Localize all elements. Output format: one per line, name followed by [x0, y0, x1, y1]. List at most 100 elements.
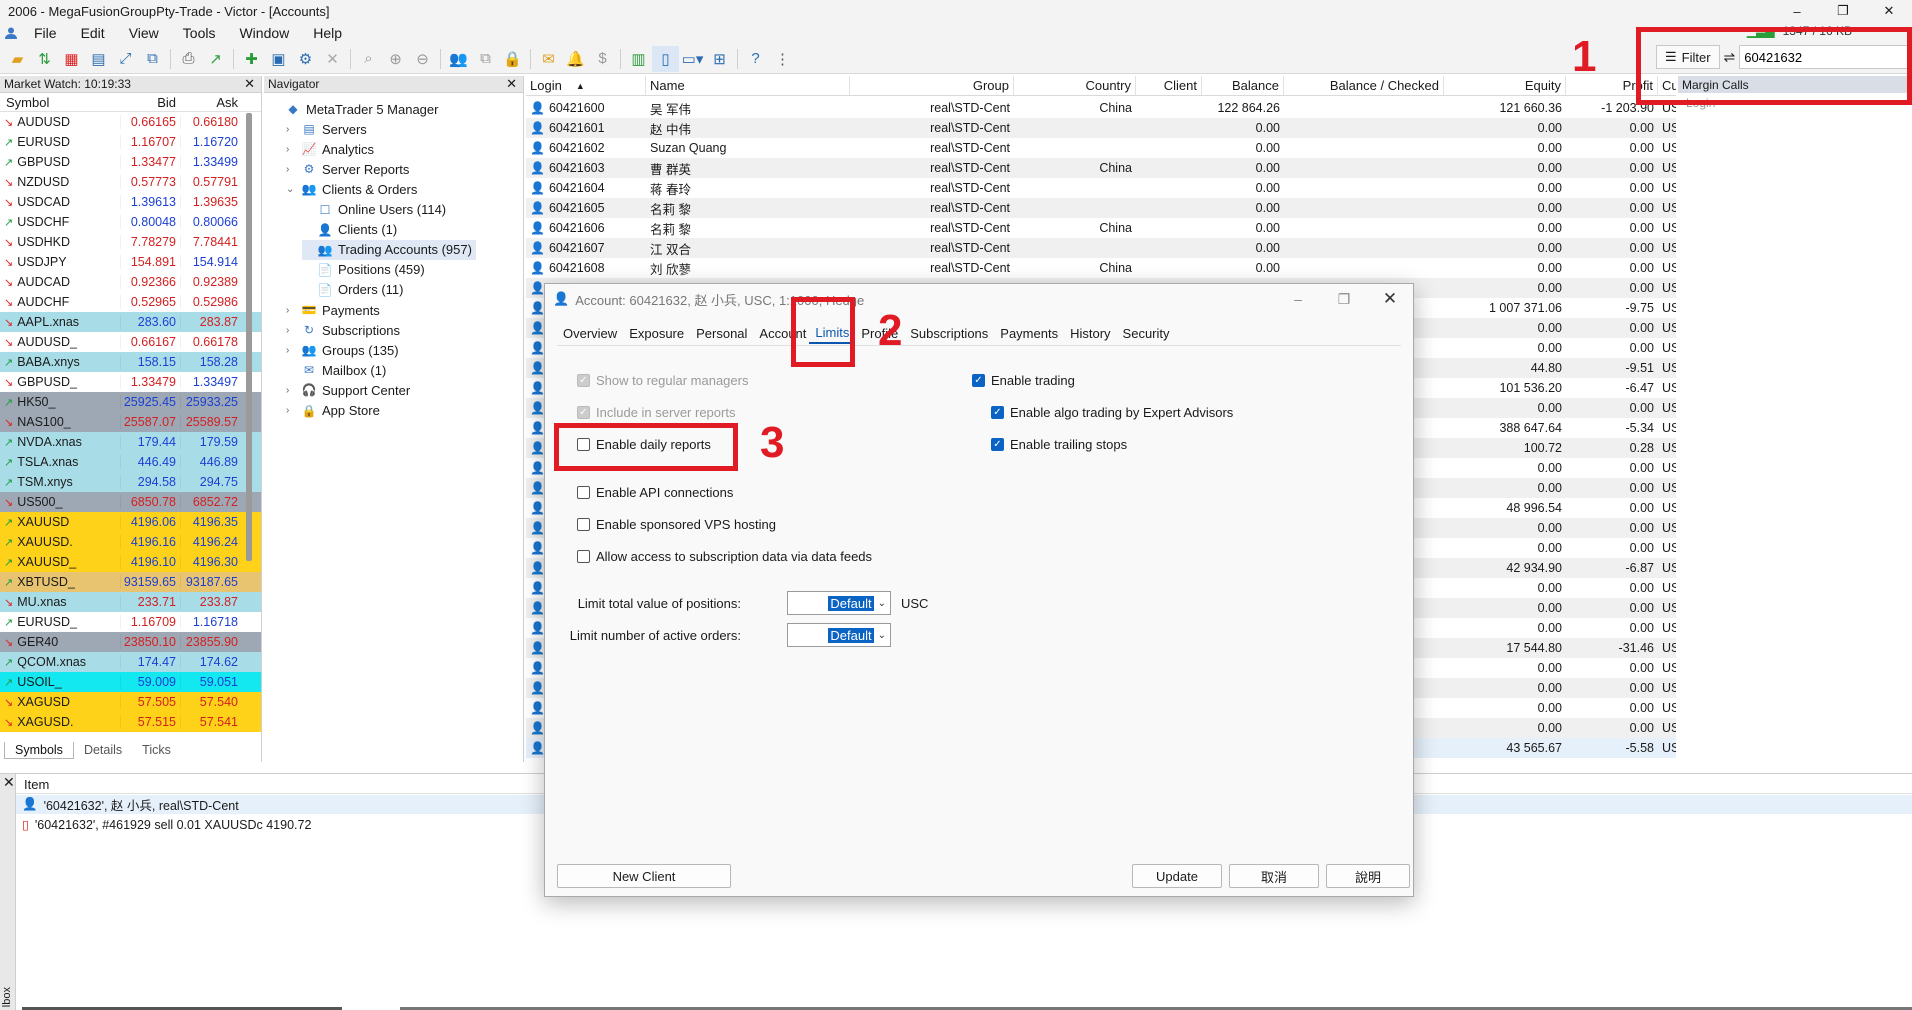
print-icon[interactable]: ⎙: [175, 46, 202, 72]
tab-exposure[interactable]: Exposure: [623, 322, 690, 344]
column-client[interactable]: Client: [1136, 76, 1202, 95]
tab-security[interactable]: Security: [1117, 322, 1176, 344]
symbol-row[interactable]: ↗ QCOM.xnas 174.47 174.62: [0, 652, 261, 672]
nav-item[interactable]: 👤 Clients (1): [302, 220, 401, 240]
limit-orders-select[interactable]: Default ⌄: [787, 623, 891, 647]
expander-icon[interactable]: ›: [286, 325, 296, 336]
open-folder-icon[interactable]: ▰: [4, 46, 31, 72]
symbol-row[interactable]: ↘ AAPL.xnas 283.60 283.87: [0, 312, 261, 332]
symbol-row[interactable]: ↗ TSLA.xnas 446.49 446.89: [0, 452, 261, 472]
symbol-row[interactable]: ↘ USDCAD 1.39613 1.39635: [0, 192, 261, 212]
columns-icon[interactable]: ▯: [652, 45, 679, 72]
expander-icon[interactable]: ›: [286, 345, 296, 356]
cancel-button[interactable]: 取消: [1229, 864, 1319, 888]
account-row[interactable]: 👤 60421608 刘 欣蓼 real\STD-Cent China 0.00 0.00 0…: [526, 258, 1676, 278]
zoom-in-icon[interactable]: ⊕: [382, 46, 409, 72]
tab-payments[interactable]: Payments: [994, 322, 1064, 344]
nav-item[interactable]: ☐ Online Users (114): [302, 200, 450, 220]
column-bid[interactable]: Bid: [120, 95, 180, 110]
column-equity[interactable]: Equity: [1444, 76, 1566, 95]
close-icon[interactable]: ✕: [506, 76, 517, 92]
symbol-row[interactable]: ↘ AUDUSD 0.66165 0.66180: [0, 112, 261, 132]
dialog-minimize-button[interactable]: –: [1275, 284, 1321, 314]
symbol-row[interactable]: ↘ GBPUSD_ 1.33479 1.33497: [0, 372, 261, 392]
expand-icon[interactable]: ⤢: [112, 46, 139, 72]
tab-personal[interactable]: Personal: [690, 322, 753, 344]
enable-api-connections-checkbox[interactable]: Enable API connections: [577, 485, 733, 500]
nav-item[interactable]: › 🎧 Support Center: [286, 380, 414, 400]
symbol-row[interactable]: ↗ HK50_ 25925.45 25933.25: [0, 392, 261, 412]
dialog-maximize-button[interactable]: ❐: [1321, 284, 1367, 314]
toolbox-tab-label[interactable]: lbox: [1, 987, 13, 1007]
symbol-row[interactable]: ↘ AUDUSD_ 0.66167 0.66178: [0, 332, 261, 352]
column-country[interactable]: Country: [1014, 76, 1136, 95]
tab-ticks[interactable]: Ticks: [132, 742, 181, 759]
layout-icon[interactable]: ▭▾: [679, 46, 706, 72]
minimize-button[interactable]: –: [1774, 0, 1820, 22]
nav-item[interactable]: › 👥 Groups (135): [286, 340, 403, 360]
nav-item[interactable]: › 💳 Payments: [286, 300, 384, 320]
delete-icon[interactable]: ✕: [319, 46, 346, 72]
symbol-row[interactable]: ↘ GER40 23850.10 23855.90: [0, 632, 261, 652]
tab-overview[interactable]: Overview: [557, 322, 623, 344]
card-icon[interactable]: ▣: [265, 46, 292, 72]
dollar-icon[interactable]: $: [589, 46, 616, 72]
menu-window[interactable]: Window: [227, 25, 301, 41]
nav-item[interactable]: › 📈 Analytics: [286, 139, 378, 159]
maximize-button[interactable]: ❐: [1820, 0, 1866, 22]
settings-icon[interactable]: ⚙: [292, 46, 319, 72]
account-row[interactable]: 👤 60421601 赵 中伟 real\STD-Cent 0.00 0.00 0.00 US…: [526, 118, 1676, 138]
symbol-row[interactable]: ↘ XAGUSD. 57.515 57.541: [0, 712, 261, 732]
update-button[interactable]: Update: [1132, 864, 1222, 888]
more-icon[interactable]: ⋮: [769, 46, 796, 72]
symbol-row[interactable]: ↘ XAGUSD 57.505 57.540: [0, 692, 261, 712]
column-login[interactable]: Login ▲: [526, 76, 646, 95]
account-row[interactable]: 👤 60421602 Suzan Quang real\STD-Cent 0.00 0.0…: [526, 138, 1676, 158]
symbol-row[interactable]: ↘ USDJPY 154.891 154.914: [0, 252, 261, 272]
symbol-row[interactable]: ↗ NVDA.xnas 179.44 179.59: [0, 432, 261, 452]
nav-item[interactable]: › 🔒 App Store: [286, 401, 384, 421]
enable-trading-checkbox[interactable]: ✓ Enable trading: [972, 373, 1075, 388]
symbol-row[interactable]: ↘ NAS100_ 25587.07 25589.57: [0, 412, 261, 432]
export-icon[interactable]: ↗: [202, 46, 229, 72]
limit-positions-select[interactable]: Default ⌄: [787, 591, 891, 615]
enable-trailing-stops-checkbox[interactable]: ✓ Enable trailing stops: [991, 437, 1127, 452]
nav-item[interactable]: › ⚙ Server Reports: [286, 159, 413, 179]
help-icon[interactable]: ?: [742, 46, 769, 72]
users-icon[interactable]: 👥: [445, 46, 472, 72]
symbol-row[interactable]: ↗ EURUSD 1.16707 1.16720: [0, 132, 261, 152]
bell-icon[interactable]: 🔔: [562, 46, 589, 72]
tab-details[interactable]: Details: [74, 742, 132, 759]
nav-item[interactable]: ◆ MetaTrader 5 Manager: [270, 99, 442, 119]
nav-item[interactable]: › ▤ Servers: [286, 119, 371, 139]
menu-edit[interactable]: Edit: [69, 25, 117, 41]
column-group[interactable]: Group: [850, 76, 1014, 95]
symbol-row[interactable]: ↘ USDHKD 7.78279 7.78441: [0, 232, 261, 252]
close-window-button[interactable]: ✕: [1866, 0, 1912, 22]
symbol-row[interactable]: ↗ GBPUSD 1.33477 1.33499: [0, 152, 261, 172]
scrollbar[interactable]: [246, 113, 252, 561]
show-to-regular-managers-checkbox[interactable]: ✓ Show to regular managers: [577, 373, 748, 388]
symbol-row[interactable]: ↘ AUDCHF 0.52965 0.52986: [0, 292, 261, 312]
menu-view[interactable]: View: [117, 25, 171, 41]
close-icon[interactable]: ✕: [244, 76, 255, 92]
table-icon[interactable]: ▤: [85, 46, 112, 72]
symbol-row[interactable]: ↗ TSM.xnys 294.58 294.75: [0, 472, 261, 492]
tab-history[interactable]: History: [1064, 322, 1116, 344]
nav-item[interactable]: ✉ Mailbox (1): [286, 360, 390, 380]
nav-item[interactable]: 📄 Orders (11): [302, 280, 408, 300]
add-icon[interactable]: ✚: [238, 46, 265, 72]
user-icon[interactable]: [0, 22, 22, 44]
grid-green-icon[interactable]: ▥: [625, 46, 652, 72]
enable-algo-trading-checkbox[interactable]: ✓ Enable algo trading by Expert Advisors: [991, 405, 1233, 420]
symbol-row[interactable]: ↗ XAUUSD. 4196.16 4196.24: [0, 532, 261, 552]
expander-icon[interactable]: ›: [286, 124, 296, 135]
account-row[interactable]: 👤 60421603 曹 群英 real\STD-Cent China 0.00 0.00 0…: [526, 158, 1676, 178]
nav-item[interactable]: 📄 Positions (459): [302, 260, 429, 280]
expander-icon[interactable]: ⌄: [286, 184, 296, 195]
symbol-row[interactable]: ↗ XBTUSD_ 93159.65 93187.65: [0, 572, 261, 592]
lock-icon[interactable]: 🔒: [499, 46, 526, 72]
menu-file[interactable]: File: [22, 25, 69, 41]
symbol-row[interactable]: ↘ NZDUSD 0.57773 0.57791: [0, 172, 261, 192]
include-in-server-reports-checkbox[interactable]: ✓ Include in server reports: [577, 405, 735, 420]
